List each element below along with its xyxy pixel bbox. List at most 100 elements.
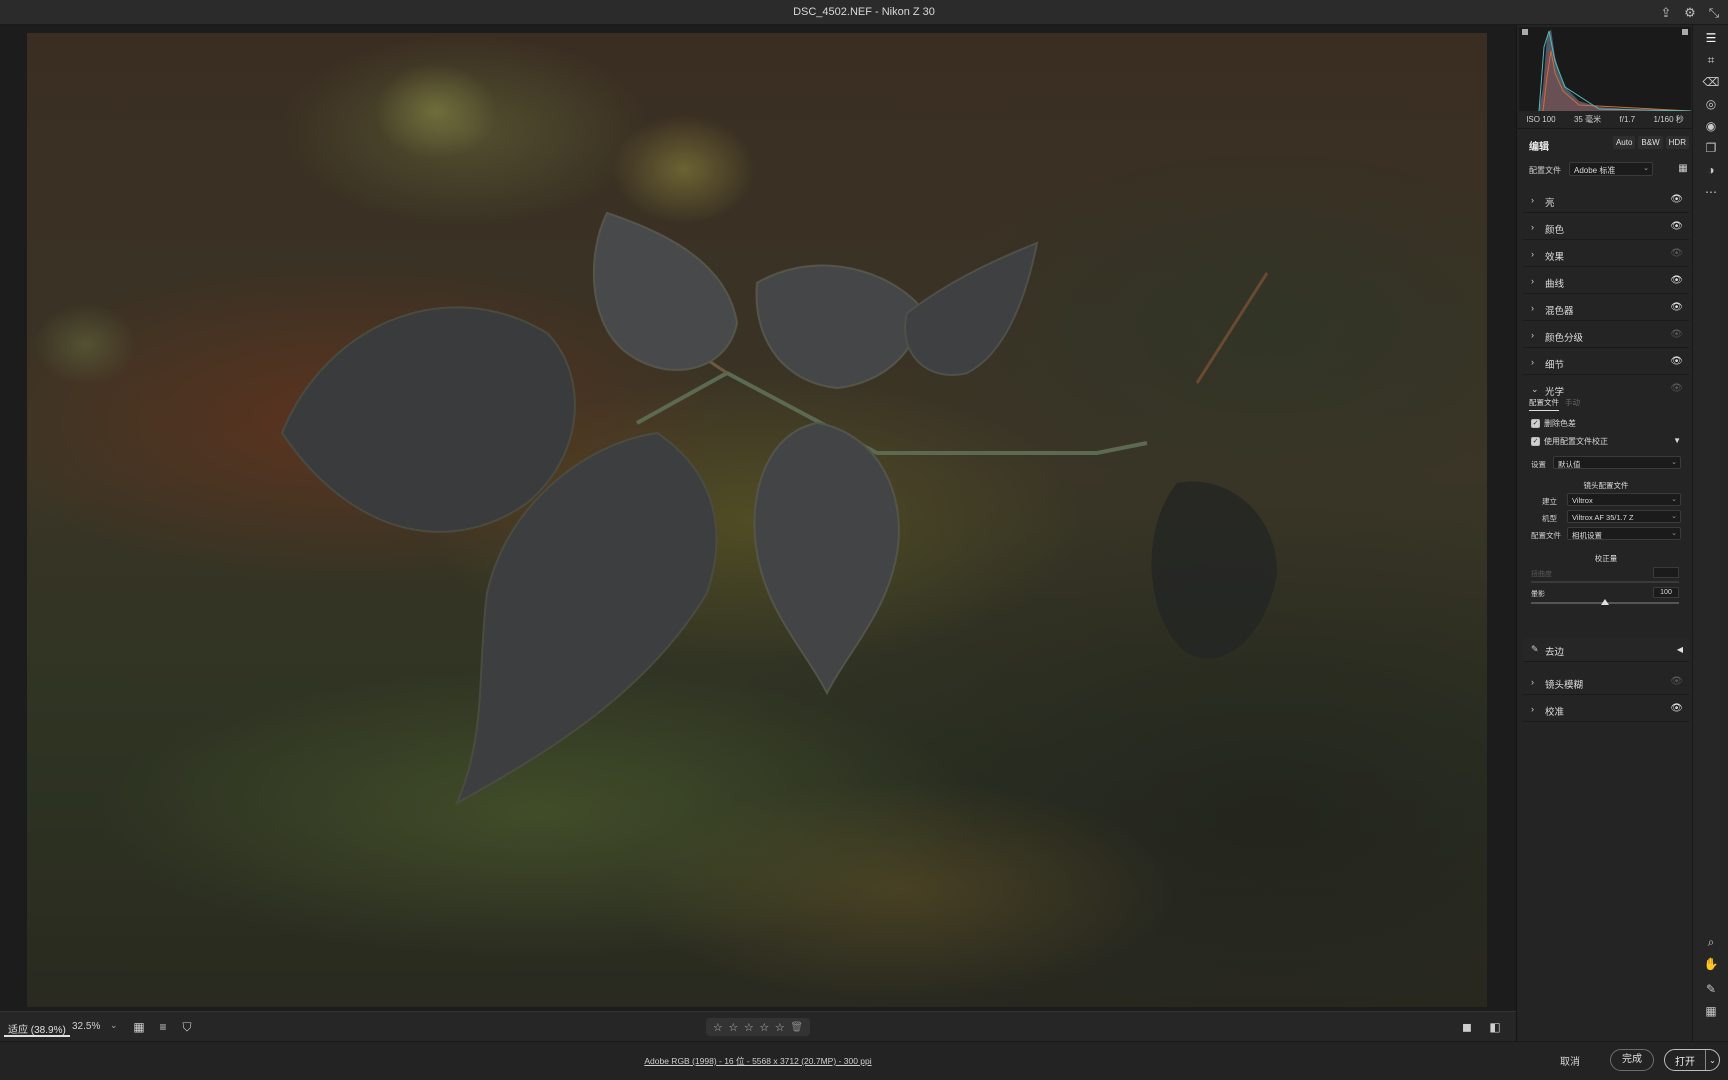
- chevron-down-icon: ⌄: [1671, 459, 1677, 466]
- make-label: 建立: [1542, 497, 1557, 506]
- workflow-options-link[interactable]: Adobe RGB (1998) - 16 位 - 5568 x 3712 (2…: [0, 1055, 1516, 1067]
- remove-ca-checkbox[interactable]: ✓ 删除色差: [1531, 418, 1576, 429]
- done-button[interactable]: 完成: [1610, 1049, 1654, 1071]
- edit-icon[interactable]: ☰: [1702, 29, 1720, 47]
- more-icon[interactable]: ⋯: [1702, 183, 1720, 201]
- eye-icon[interactable]: 👁: [1670, 302, 1683, 313]
- vignetting-label: 暈影: [1531, 591, 1545, 598]
- section-label: 校准: [1545, 707, 1565, 718]
- star-icon[interactable]: ☆: [713, 1021, 723, 1034]
- section-label: 细节: [1545, 360, 1565, 371]
- make-select[interactable]: Viltrox ⌄: [1567, 493, 1681, 506]
- model-select[interactable]: Viltrox AF 35/1.7 Z ⌄: [1567, 510, 1681, 523]
- heal-icon[interactable]: ⌫: [1702, 73, 1720, 91]
- section-label: 颜色: [1545, 225, 1565, 236]
- chevron-down-icon[interactable]: ⌄: [1705, 1050, 1719, 1070]
- section-label: 曲线: [1545, 279, 1565, 290]
- presets-icon[interactable]: ❐: [1702, 139, 1720, 157]
- bw-button[interactable]: B&W: [1638, 136, 1663, 149]
- compare-view-icon[interactable]: ◧: [1486, 1018, 1504, 1036]
- star-rating[interactable]: ☆ ☆ ☆ ☆ ☆ 🗑: [706, 1018, 810, 1036]
- section-effects[interactable]: › 效果 👁: [1523, 243, 1689, 267]
- tool-strip: ☰ ⌗ ⌫ ◎ ◉ ❐ ◑ ⋯ ⌕ ✋ ✎ ▦: [1692, 25, 1728, 1041]
- tab-profile[interactable]: 配置文件: [1529, 397, 1559, 411]
- use-profile-label: 使用配置文件校正: [1544, 437, 1608, 446]
- filter-icon[interactable]: ⛉: [178, 1018, 196, 1036]
- star-icon[interactable]: ☆: [775, 1021, 785, 1034]
- single-view-icon[interactable]: ◼: [1458, 1018, 1476, 1036]
- distortion-value: [1653, 567, 1679, 578]
- section-detail[interactable]: › 细节 👁: [1523, 351, 1689, 375]
- section-color-grading[interactable]: › 颜色分级 👁: [1523, 324, 1689, 348]
- star-icon[interactable]: ☆: [759, 1021, 769, 1034]
- slider-thumb[interactable]: [1601, 599, 1609, 605]
- sort-icon[interactable]: ≡: [154, 1018, 172, 1036]
- section-label: 镜头模糊: [1545, 680, 1584, 691]
- section-defringe[interactable]: ✎ 去边 ◀: [1523, 638, 1689, 662]
- open-button[interactable]: 打开 ⌄: [1664, 1049, 1720, 1071]
- eye-icon[interactable]: 👁: [1670, 248, 1683, 259]
- triangle-left-icon[interactable]: ◀: [1677, 645, 1683, 654]
- section-label: 颜色分级: [1545, 333, 1584, 344]
- vignetting-slider[interactable]: [1531, 599, 1679, 605]
- eye-icon[interactable]: 👁: [1670, 275, 1683, 286]
- sampler-icon[interactable]: ✎: [1702, 980, 1720, 998]
- section-light[interactable]: › 亮 👁: [1523, 189, 1689, 213]
- zoom-fit-button[interactable]: 适应 (38.9%): [4, 1017, 70, 1037]
- eye-icon[interactable]: 👁: [1670, 676, 1683, 687]
- section-lens-blur[interactable]: › 镜头模糊 👁: [1523, 671, 1689, 695]
- title-bar: DSC_4502.NEF - Nikon Z 30 ⇪ ⚙ ⤡: [0, 0, 1728, 25]
- checkbox-icon[interactable]: ✓: [1531, 419, 1540, 428]
- profile-select[interactable]: Adobe 标准 ⌄: [1569, 162, 1653, 176]
- mask-icon[interactable]: ◎: [1702, 95, 1720, 113]
- eye-icon[interactable]: 👁: [1670, 703, 1683, 714]
- vignetting-value[interactable]: 100: [1653, 587, 1679, 598]
- profile-browser-icon[interactable]: ▦: [1677, 163, 1689, 175]
- section-curve[interactable]: › 曲线 👁: [1523, 270, 1689, 294]
- lens-profile-select[interactable]: 相机设置 ⌄: [1567, 527, 1681, 540]
- cancel-button[interactable]: 取消: [1560, 1053, 1580, 1068]
- bottom-toolbar: 适应 (38.9%) 32.5% ⌄ ▦ ≡ ⛉ ☆ ☆ ☆ ☆ ☆ 🗑 ◼ ◧: [0, 1011, 1516, 1041]
- crop-icon[interactable]: ⌗: [1702, 51, 1720, 69]
- save-icon[interactable]: ⇪: [1658, 4, 1674, 20]
- hand-icon[interactable]: ✋: [1702, 955, 1720, 973]
- zoom-percent-select[interactable]: 32.5%: [72, 1021, 100, 1032]
- eyedropper-icon[interactable]: ✎: [1531, 644, 1539, 655]
- eye-icon[interactable]: 👁: [1670, 383, 1683, 394]
- profile-value: Adobe 标准: [1574, 166, 1616, 175]
- hdr-button[interactable]: HDR: [1665, 136, 1689, 149]
- section-mixer[interactable]: › 混色器 👁: [1523, 297, 1689, 321]
- section-label: 亮: [1545, 198, 1555, 209]
- filmstrip-icon[interactable]: ▦: [130, 1018, 148, 1036]
- snapshot-icon[interactable]: ◑: [1702, 161, 1720, 179]
- collapse-icon[interactable]: ⤡: [1706, 4, 1722, 20]
- setup-select[interactable]: 默认值 ⌄: [1553, 456, 1681, 469]
- star-icon[interactable]: ☆: [728, 1021, 738, 1034]
- image-canvas[interactable]: [0, 25, 1516, 1011]
- section-color[interactable]: › 颜色 👁: [1523, 216, 1689, 240]
- grid-icon[interactable]: ▦: [1702, 1002, 1720, 1020]
- checkbox-icon[interactable]: ✓: [1531, 437, 1540, 446]
- section-calibration[interactable]: › 校准 👁: [1523, 698, 1689, 722]
- triangle-down-icon[interactable]: ▼: [1673, 436, 1681, 445]
- exif-info: ISO 100 35 毫米 f/1.7 1/160 秒: [1517, 111, 1693, 129]
- chevron-down-icon[interactable]: ⌄: [110, 1020, 118, 1031]
- eye-icon[interactable]: 👁: [1670, 194, 1683, 205]
- use-profile-checkbox[interactable]: ✓ 使用配置文件校正: [1531, 436, 1608, 447]
- status-bar: Adobe RGB (1998) - 16 位 - 5568 x 3712 (2…: [0, 1041, 1728, 1080]
- eye-icon[interactable]: 👁: [1670, 356, 1683, 367]
- chevron-right-icon: ›: [1531, 249, 1534, 259]
- edit-header: 编辑 Auto B&W HDR: [1529, 136, 1689, 153]
- open-button-label[interactable]: 打开: [1665, 1053, 1705, 1068]
- chevron-right-icon: ›: [1531, 303, 1534, 313]
- auto-button[interactable]: Auto: [1612, 136, 1636, 149]
- trash-icon[interactable]: 🗑: [790, 1022, 803, 1033]
- gear-icon[interactable]: ⚙: [1682, 4, 1698, 20]
- star-icon[interactable]: ☆: [744, 1021, 754, 1034]
- setup-value: 默认值: [1558, 460, 1581, 469]
- zoom-icon[interactable]: ⌕: [1702, 933, 1720, 951]
- eye-icon[interactable]: 👁: [1670, 221, 1683, 232]
- eye-icon[interactable]: 👁: [1670, 329, 1683, 340]
- tab-manual[interactable]: 手动: [1565, 397, 1580, 411]
- redeye-icon[interactable]: ◉: [1702, 117, 1720, 135]
